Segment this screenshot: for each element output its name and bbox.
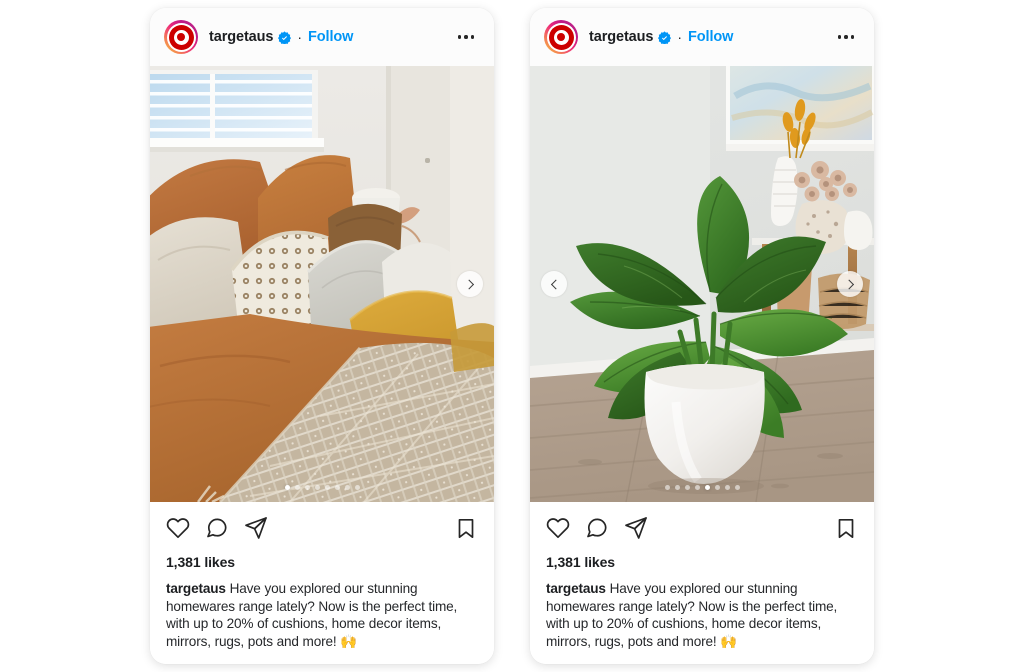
avatar-inner-ring — [166, 22, 196, 52]
plant-photo — [530, 66, 874, 502]
bookmark-icon[interactable] — [454, 516, 478, 540]
targetaus-avatar[interactable] — [164, 20, 198, 54]
carousel-prev-button[interactable] — [541, 271, 567, 297]
carousel-dot — [694, 485, 700, 490]
targetaus-avatar[interactable] — [544, 20, 578, 54]
carousel-dot — [704, 485, 710, 490]
carousel-dot — [324, 485, 330, 490]
post-caption: targetaus Have you explored our stunning… — [166, 580, 478, 651]
account-username[interactable]: targetaus — [209, 29, 273, 45]
carousel-dot — [304, 485, 310, 490]
carousel-dot — [294, 485, 300, 490]
likes-count: 1,381 likes — [546, 554, 615, 570]
bookmark-icon[interactable] — [834, 516, 858, 540]
comment-icon[interactable] — [585, 516, 609, 540]
post-footer: 1,381 likes targetaus Have you explored … — [150, 502, 494, 664]
more-options-icon[interactable] — [452, 25, 480, 49]
post-media-plant[interactable] — [530, 66, 874, 502]
post-media-bedroom[interactable] — [150, 66, 494, 502]
chevron-right-icon — [843, 279, 854, 289]
target-bullseye-logo-icon — [548, 24, 574, 50]
target-bullseye-logo-icon — [168, 24, 194, 50]
carousel-dot — [734, 485, 740, 490]
caption-username[interactable]: targetaus — [546, 581, 606, 596]
chevron-right-icon — [463, 279, 474, 289]
post-header-text: targetaus · Follow — [589, 29, 832, 45]
carousel-dot — [674, 485, 680, 490]
raised-hands-emoji: 🙌 — [340, 633, 358, 650]
heart-icon[interactable] — [166, 516, 190, 540]
likes-count: 1,381 likes — [166, 554, 235, 570]
heart-icon[interactable] — [546, 516, 570, 540]
post-footer: 1,381 likes targetaus Have you explored … — [530, 502, 874, 664]
header-separator: · — [297, 29, 303, 45]
carousel-dot — [354, 485, 360, 490]
chevron-left-icon — [550, 279, 561, 289]
share-icon[interactable] — [624, 516, 648, 540]
verified-badge-icon — [278, 30, 292, 45]
post-actions — [166, 515, 478, 541]
instagram-post-card-right: targetaus · Follow 1,381 likes targetaus… — [530, 8, 874, 664]
carousel-dot — [714, 485, 720, 490]
carousel-dot — [344, 485, 350, 490]
carousel-dots-right — [530, 485, 874, 490]
carousel-dot — [684, 485, 690, 490]
post-header: targetaus · Follow — [530, 8, 874, 66]
carousel-dot — [284, 485, 290, 490]
carousel-dot — [334, 485, 340, 490]
carousel-dot — [724, 485, 730, 490]
follow-button[interactable]: Follow — [308, 29, 353, 45]
carousel-next-button[interactable] — [457, 271, 483, 297]
post-header: targetaus · Follow — [150, 8, 494, 66]
more-options-icon[interactable] — [832, 25, 860, 49]
raised-hands-emoji: 🙌 — [720, 633, 738, 650]
bedroom-photo — [150, 66, 494, 502]
verified-badge-icon — [658, 30, 672, 45]
post-header-text: targetaus · Follow — [209, 29, 452, 45]
avatar-inner-ring — [546, 22, 576, 52]
post-caption: targetaus Have you explored our stunning… — [546, 580, 858, 651]
follow-button[interactable]: Follow — [688, 29, 733, 45]
carousel-dots-left — [150, 485, 494, 490]
account-username[interactable]: targetaus — [589, 29, 653, 45]
carousel-next-button[interactable] — [837, 271, 863, 297]
carousel-dot — [314, 485, 320, 490]
share-icon[interactable] — [244, 516, 268, 540]
post-actions — [546, 515, 858, 541]
carousel-dot — [664, 485, 670, 490]
instagram-post-card-left: targetaus · Follow 1,381 likes targetaus… — [150, 8, 494, 664]
header-separator: · — [677, 29, 683, 45]
screenshot-root: targetaus · Follow 1,381 likes targetaus… — [0, 0, 1024, 672]
caption-username[interactable]: targetaus — [166, 581, 226, 596]
comment-icon[interactable] — [205, 516, 229, 540]
